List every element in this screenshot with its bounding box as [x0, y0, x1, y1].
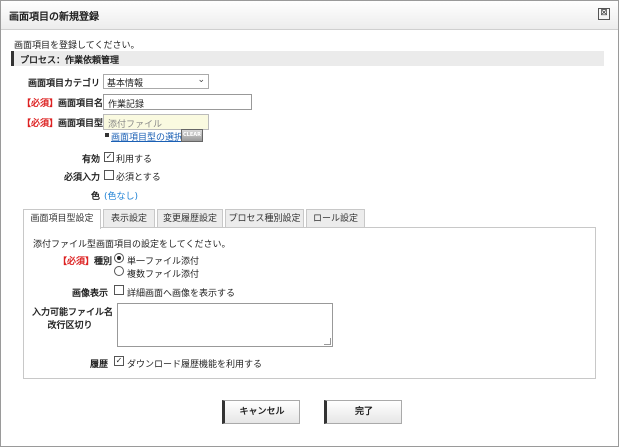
enabled-checkbox-label: 利用する	[116, 155, 153, 165]
name-input[interactable]: 作業記録	[103, 94, 252, 110]
history-label: 履歴	[89, 360, 108, 370]
done-button[interactable]: 完了	[324, 400, 402, 424]
intro-text: 画面項目を登録してください。	[14, 41, 140, 51]
name-label: 画面項目名	[58, 99, 104, 109]
category-label: 画面項目カテゴリ	[27, 79, 100, 89]
category-value: 基本情報	[107, 79, 144, 89]
kind-label: 種別	[94, 257, 113, 267]
tab-role-settings[interactable]: ロール設定	[306, 209, 365, 228]
type-input: 添付ファイル	[103, 114, 209, 130]
required-tag: 【必須】	[22, 99, 59, 109]
required-input-label: 必須入力	[63, 173, 100, 183]
type-select-link[interactable]: 画面項目型の選択	[111, 130, 183, 143]
chevron-down-icon: ⌄	[197, 75, 205, 85]
required-tag: 【必須】	[58, 257, 95, 267]
tab-item-type-settings[interactable]: 画面項目型設定	[23, 209, 101, 229]
kind-single-label: 単一ファイル添付	[127, 257, 200, 267]
kind-single-radio[interactable]	[114, 253, 124, 263]
check-icon: ✓	[115, 356, 123, 365]
color-label: 色	[90, 192, 100, 202]
name-value: 作業記録	[108, 100, 145, 110]
filename-label-2: 改行区切り	[47, 321, 93, 331]
tab-process-type-settings[interactable]: プロセス種別設定	[225, 209, 304, 228]
type-row-label: 【必須】画面項目型	[22, 116, 103, 129]
square-bullet-icon	[105, 133, 109, 137]
history-checkbox[interactable]: ✓	[114, 356, 124, 366]
color-value[interactable]: (色なし)	[104, 189, 138, 202]
kind-multiple-label: 複数ファイル添付	[127, 270, 200, 280]
image-display-label: 画像表示	[71, 289, 108, 299]
cancel-button[interactable]: キャンセル	[222, 400, 300, 424]
dialog-title: 画面項目の新規登録	[9, 12, 99, 23]
name-row-label: 【必須】画面項目名	[22, 96, 103, 109]
type-value: 添付ファイル	[108, 120, 163, 130]
type-label: 画面項目型	[58, 119, 104, 129]
filename-label-1: 入力可能ファイル名	[32, 308, 114, 318]
filename-textarea[interactable]	[117, 303, 333, 347]
image-display-checkbox-label: 詳細画面へ画像を表示する	[127, 289, 236, 299]
clear-button[interactable]: CLEAR	[181, 129, 203, 142]
tab-change-history-settings[interactable]: 変更履歴設定	[157, 209, 223, 228]
history-checkbox-label: ダウンロード履歴機能を利用する	[127, 360, 263, 370]
close-icon[interactable]: ⊠	[598, 8, 610, 20]
dialog-titlebar: 画面項目の新規登録 ⊠	[1, 1, 618, 30]
required-input-checkbox-label: 必須とする	[116, 173, 161, 183]
required-input-checkbox[interactable]	[104, 170, 114, 180]
section-header: プロセス：作業依頼管理	[11, 51, 604, 66]
section-label: プロセス：作業依頼管理	[20, 56, 120, 66]
category-select[interactable]: 基本情報 ⌄	[103, 74, 209, 89]
check-icon: ✓	[105, 152, 113, 161]
enabled-checkbox[interactable]: ✓	[104, 152, 114, 162]
required-tag: 【必須】	[22, 119, 59, 129]
resize-handle[interactable]	[324, 338, 331, 345]
kind-multiple-radio[interactable]	[114, 266, 124, 276]
tab-display-settings[interactable]: 表示設定	[103, 209, 155, 228]
enabled-label: 有効	[81, 155, 100, 165]
panel-intro: 添付ファイル型画面項目の設定をしてください。	[33, 240, 231, 250]
image-display-checkbox[interactable]	[114, 285, 124, 295]
kind-row-label: 【必須】種別	[58, 254, 112, 267]
